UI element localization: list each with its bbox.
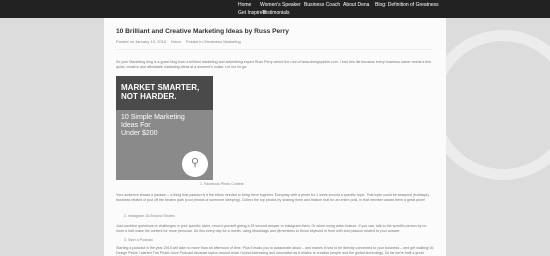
post-intro: So your Marketing blog is a guest blog f… bbox=[116, 60, 432, 69]
list-item-2: 2. Instagram 15-Second Stories bbox=[124, 214, 175, 218]
post-body-2: Just combine questions or challenges in … bbox=[116, 224, 427, 233]
left-background bbox=[0, 0, 104, 256]
hero-headline: MARKET SMARTER, NOT HARDER. bbox=[121, 83, 200, 101]
post-title[interactable]: 10 Brilliant and Creative Marketing Idea… bbox=[116, 28, 289, 35]
post-body-1: Your audience shows a passion – a thing … bbox=[116, 193, 430, 202]
right-background bbox=[446, 0, 550, 256]
hero-image: MARKET SMARTER, NOT HARDER. 10 Simple Ma… bbox=[116, 76, 213, 180]
post-date: Posted on January 10, 2015 bbox=[116, 39, 167, 44]
list-item-3: 3. Start a Podcast bbox=[124, 238, 153, 242]
nav-item-business-coach[interactable]: Business Coach bbox=[304, 2, 340, 8]
nav-item-womens-speaker[interactable]: Women's Speaker bbox=[260, 2, 301, 8]
primary-nav: Home Women's Speaker Business Coach Abou… bbox=[0, 1, 550, 18]
top-navigation-bar: Home Women's Speaker Business Coach Abou… bbox=[0, 0, 550, 18]
nav-item-home[interactable]: Home bbox=[238, 2, 251, 8]
nav-item-blog[interactable]: Blog: Definition of Greatness bbox=[375, 2, 439, 8]
nav-item-testimonials[interactable]: Testimonials bbox=[262, 10, 290, 16]
post-category[interactable]: Posted in Greatness Marketing bbox=[186, 39, 241, 44]
divider bbox=[116, 49, 432, 50]
hero-subheadline: 10 Simple Marketing Ideas For Under $200 bbox=[121, 114, 185, 137]
post-meta: Posted on January 10, 2015 Dena Posted i… bbox=[116, 39, 245, 44]
decorative-ring-icon bbox=[446, 30, 550, 180]
post-author[interactable]: Dena bbox=[171, 39, 181, 44]
pickle-icon: ⚲ bbox=[191, 157, 200, 169]
nav-item-about-dena[interactable]: About Dena bbox=[343, 2, 369, 8]
image-caption: 1. Facebook Photo Contest bbox=[200, 182, 244, 186]
main-content: 10 Brilliant and Creative Marketing Idea… bbox=[104, 18, 446, 256]
post-body-3: Starting a podcast in the year 2015 will… bbox=[116, 246, 434, 256]
